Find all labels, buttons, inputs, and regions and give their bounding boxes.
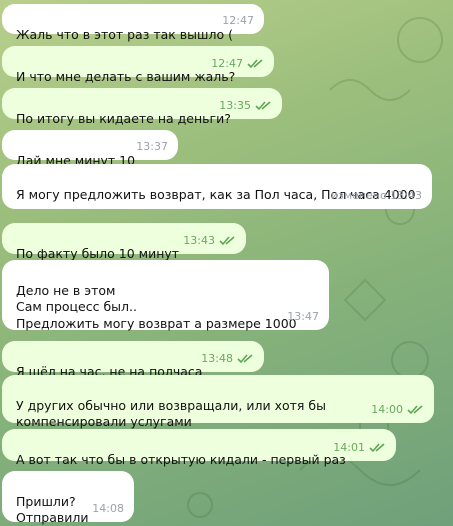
message-text: А вот так что бы в открытую кидали - пер… (16, 451, 346, 467)
message-text: Жаль что в этот раз так вышло ( (16, 26, 233, 42)
message-text: По факту было 10 минут (16, 245, 180, 261)
message-time: 13:48 (201, 351, 233, 365)
chat-background: Жаль что в этот раз так вышло ( 12:47 И … (0, 0, 453, 526)
message-bubble-outgoing[interactable]: По факту было 10 минут 13:43 (2, 223, 246, 261)
message-bubble-incoming[interactable]: Дай мне минут 10 13:37 (2, 130, 178, 168)
message-bubble-outgoing[interactable]: А вот так что бы в открытую кидали - пер… (2, 429, 396, 467)
message-meta: 13:48 (201, 351, 254, 368)
message-time: 13:35 (219, 98, 251, 112)
message-meta: 14:00 (371, 402, 424, 419)
message-meta: 14:08 (92, 501, 124, 518)
message-meta: 14:01 (333, 440, 386, 457)
message-bubble-incoming[interactable]: Пришли? Отправили 14:08 (2, 471, 134, 525)
message-bubble-outgoing[interactable]: И что мне делать с вашим жаль? 12:47 (2, 46, 274, 84)
message-meta: 12:47 (222, 13, 254, 30)
message-bubble-outgoing[interactable]: Я шёл на час, не на полчаса 13:48 (2, 341, 264, 379)
message-time: 12:47 (211, 56, 243, 70)
message-time: 12:47 (222, 13, 254, 27)
message-time: 14:00 (371, 402, 403, 416)
message-bubble-incoming[interactable]: Я могу предложить возврат, как за Пол ча… (2, 164, 432, 209)
message-meta: 13:35 (219, 98, 272, 115)
message-time: 13:37 (136, 139, 168, 153)
double-check-icon (219, 236, 235, 245)
message-text: Пришли? Отправили (16, 493, 89, 526)
message-text: Дело не в этом Сам процесс был.. Предлож… (16, 282, 297, 331)
message-time: 13:47 (287, 309, 319, 323)
message-time: 13:43 (183, 233, 215, 247)
message-time: изменено 13:43 (330, 188, 422, 202)
message-text: По итогу вы кидаете на деньги? (16, 110, 231, 126)
double-check-icon (247, 59, 263, 68)
message-bubble-outgoing[interactable]: По итогу вы кидаете на деньги? 13:35 (2, 88, 282, 126)
message-bubble-incoming[interactable]: Дело не в этом Сам процесс был.. Предлож… (2, 260, 329, 331)
double-check-icon (255, 101, 271, 110)
double-check-icon (369, 443, 385, 452)
message-bubble-outgoing[interactable]: У других обычно или возвращали, или хотя… (2, 375, 434, 429)
double-check-icon (237, 354, 253, 363)
message-meta: 13:47 (287, 309, 319, 326)
message-meta: 13:37 (136, 139, 168, 156)
message-bubble-incoming[interactable]: Жаль что в этот раз так вышло ( 12:47 (2, 4, 264, 42)
message-meta: 13:43 (183, 233, 236, 250)
message-meta: 12:47 (211, 56, 264, 73)
message-text: И что мне делать с вашим жаль? (16, 68, 236, 84)
message-meta: изменено 13:43 (331, 188, 422, 205)
double-check-icon (407, 405, 423, 414)
message-time: 14:01 (333, 440, 365, 454)
message-text: У других обычно или возвращали, или хотя… (16, 397, 326, 430)
message-time: 14:08 (92, 501, 124, 515)
